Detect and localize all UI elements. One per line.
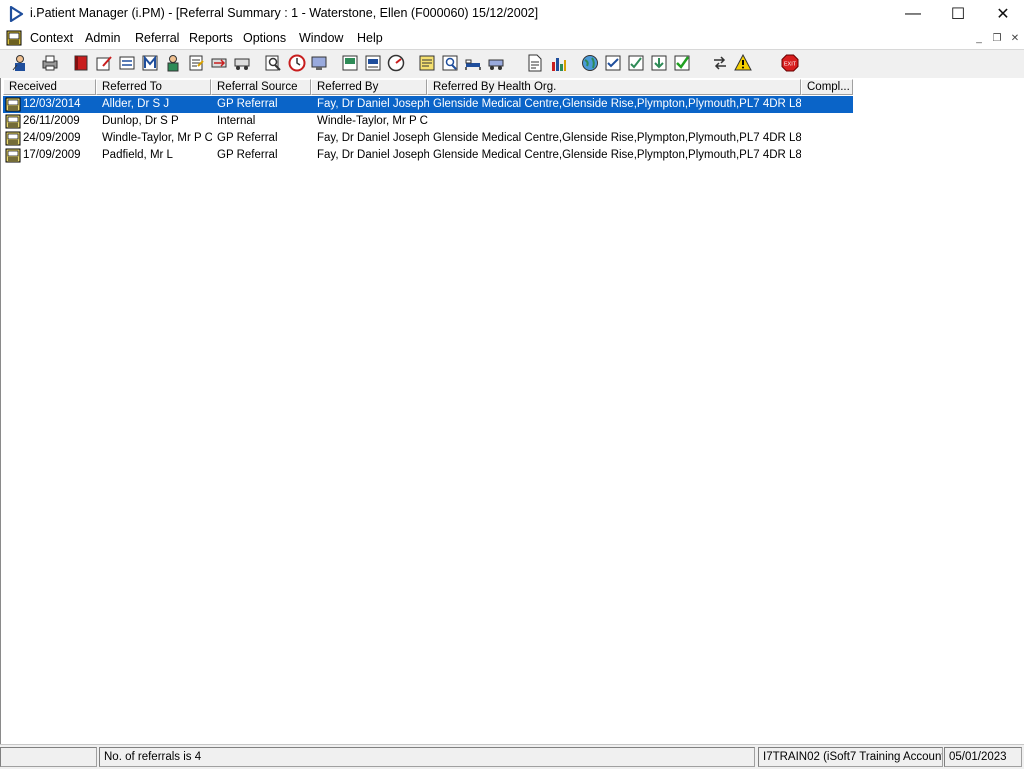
table-row[interactable]: 26/11/2009 Dunlop, Dr S P Internal Windle-T… xyxy=(3,113,853,130)
letter-m-icon[interactable] xyxy=(140,53,160,73)
cell-health-org: Glenside Medical Centre,Glenside Rise,Pl… xyxy=(433,98,801,110)
message-board-icon[interactable] xyxy=(363,53,383,73)
column-referred-by-health-org[interactable]: Referred By Health Org. xyxy=(427,79,801,95)
check-list-icon[interactable] xyxy=(603,53,623,73)
print-icon[interactable] xyxy=(40,53,60,73)
cart-icon[interactable] xyxy=(232,53,252,73)
clock-icon[interactable] xyxy=(287,53,307,73)
table-row[interactable]: 12/03/2014 Allder, Dr S J GP Referral Fay, … xyxy=(3,96,853,113)
cell-received: 17/09/2009 xyxy=(23,149,81,161)
menu-window[interactable]: Window xyxy=(299,31,343,45)
title-bar[interactable]: i.Patient Manager (i.PM) - [Referral Sum… xyxy=(0,0,1024,28)
exit-label: EXIT xyxy=(784,62,797,68)
form-icon[interactable] xyxy=(186,53,206,73)
cell-received: 24/09/2009 xyxy=(23,132,81,144)
minimize-button[interactable]: — xyxy=(890,0,936,28)
column-completed[interactable]: Compl... xyxy=(801,79,853,95)
referral-list[interactable]: Received Referred To Referral Source Ref… xyxy=(0,78,1024,744)
cell-referred-by: Fay, Dr Daniel Joseph xyxy=(317,98,429,110)
window-title: i.Patient Manager (i.PM) - [Referral Sum… xyxy=(30,6,539,20)
menu-admin[interactable]: Admin xyxy=(85,31,120,45)
swap-icon[interactable] xyxy=(710,53,730,73)
column-referred-by[interactable]: Referred By xyxy=(311,79,427,95)
referral-record-icon xyxy=(5,131,21,146)
cell-referred-by: Windle-Taylor, Mr P C xyxy=(317,115,428,127)
cell-referred-to: Dunlop, Dr S P xyxy=(102,115,179,127)
warning-icon[interactable] xyxy=(733,53,753,73)
chart-board-icon[interactable] xyxy=(340,53,360,73)
table-header: Received Referred To Referral Source Ref… xyxy=(3,79,853,96)
toolbar: EXIT xyxy=(0,49,1024,79)
app-logo-icon xyxy=(9,6,24,22)
dial-icon[interactable] xyxy=(386,53,406,73)
status-account: I7TRAIN02 (iSoft7 Training Account) xyxy=(758,747,943,767)
globe-icon[interactable] xyxy=(580,53,600,73)
referral-record-icon xyxy=(5,148,21,163)
registration-icon[interactable] xyxy=(117,53,137,73)
column-referral-source[interactable]: Referral Source xyxy=(211,79,311,95)
column-received[interactable]: Received xyxy=(3,79,96,95)
minimize-icon: — xyxy=(905,5,921,22)
bed-icon[interactable] xyxy=(463,53,483,73)
maximize-button[interactable]: ☐ xyxy=(935,0,981,28)
menu-referral[interactable]: Referral xyxy=(135,31,179,45)
doctor-icon[interactable] xyxy=(163,53,183,73)
mdi-restore-button[interactable]: ❐ xyxy=(989,31,1005,45)
tick-note-icon[interactable] xyxy=(626,53,646,73)
document-icon[interactable] xyxy=(525,53,545,73)
edit-note-icon[interactable] xyxy=(94,53,114,73)
green-check-icon[interactable] xyxy=(672,53,692,73)
mdi-minimize-button[interactable]: _ xyxy=(971,31,987,45)
status-pane-left xyxy=(0,747,97,767)
status-bar: No. of referrals is 4 I7TRAIN02 (iSoft7 … xyxy=(0,744,1024,769)
status-date: 05/01/2023 xyxy=(944,747,1022,767)
column-referred-to[interactable]: Referred To xyxy=(96,79,211,95)
table-row[interactable]: 17/09/2009 Padfield, Mr L GP Referral Fay, … xyxy=(3,147,853,164)
cell-referral-source: GP Referral xyxy=(217,149,278,161)
close-button[interactable]: ✕ xyxy=(980,0,1024,28)
cell-received: 12/03/2014 xyxy=(23,98,81,110)
close-icon: ✕ xyxy=(996,6,1010,23)
cell-health-org: Glenside Medical Centre,Glenside Rise,Pl… xyxy=(433,149,801,161)
monitor-icon[interactable] xyxy=(309,53,329,73)
menu-help[interactable]: Help xyxy=(357,31,383,45)
cell-referred-to: Windle-Taylor, Mr P C xyxy=(102,132,212,144)
patient-icon[interactable] xyxy=(10,53,30,73)
cell-referred-by: Fay, Dr Daniel Joseph xyxy=(317,149,429,161)
cell-received: 26/11/2009 xyxy=(23,115,80,127)
cell-referred-to: Allder, Dr S J xyxy=(102,98,170,110)
menu-context[interactable]: Context xyxy=(30,31,73,45)
book-icon[interactable] xyxy=(71,53,91,73)
menu-options[interactable]: Options xyxy=(243,31,286,45)
transfer-icon[interactable] xyxy=(209,53,229,73)
bar-chart-icon[interactable] xyxy=(549,53,569,73)
menu-reports[interactable]: Reports xyxy=(189,31,233,45)
cell-referred-to: Padfield, Mr L xyxy=(102,149,173,161)
referral-record-icon xyxy=(5,97,21,112)
cell-referred-by: Fay, Dr Daniel Joseph xyxy=(317,132,429,144)
menu-bar: Context Admin Referral Reports Options W… xyxy=(0,28,1024,49)
exit-icon[interactable]: EXIT xyxy=(780,53,800,73)
mdi-close-button[interactable]: ✕ xyxy=(1007,31,1023,45)
zoom-form-icon[interactable] xyxy=(440,53,460,73)
cell-referral-source: GP Referral xyxy=(217,132,278,144)
download-icon[interactable] xyxy=(649,53,669,73)
cell-referral-source: Internal xyxy=(217,115,256,127)
status-message: No. of referrals is 4 xyxy=(99,747,755,767)
referral-record-icon xyxy=(5,114,21,129)
trolley-icon[interactable] xyxy=(486,53,506,73)
document-menu-icon[interactable] xyxy=(6,30,22,46)
table-row[interactable]: 24/09/2009 Windle-Taylor, Mr P C GP Referr… xyxy=(3,130,853,147)
cell-health-org: Glenside Medical Centre,Glenside Rise,Pl… xyxy=(433,132,801,144)
search-list-icon[interactable] xyxy=(263,53,283,73)
maximize-icon: ☐ xyxy=(950,6,966,23)
note-icon[interactable] xyxy=(417,53,437,73)
cell-referral-source: GP Referral xyxy=(217,98,278,110)
